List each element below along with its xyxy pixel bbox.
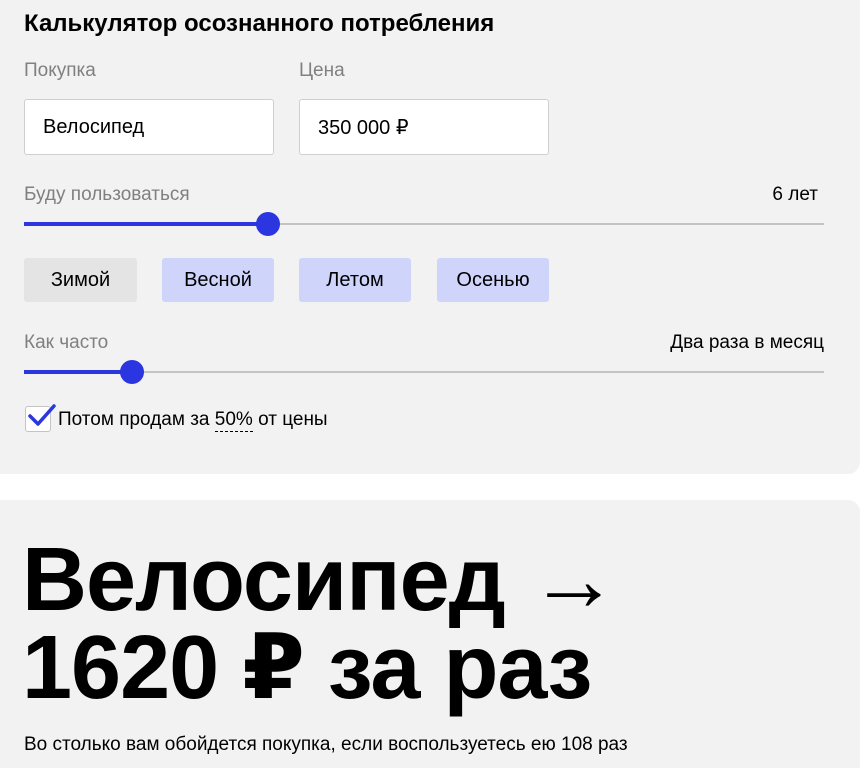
- duration-slider[interactable]: [24, 212, 824, 236]
- result-headline-line2: 1620 ₽ за раз: [22, 618, 592, 718]
- resale-text-after: от цены: [258, 409, 328, 430]
- frequency-label: Как часто: [24, 332, 109, 353]
- result-headline-line1: Велосипед →: [22, 530, 619, 630]
- season-spring-button[interactable]: Весной: [162, 258, 274, 302]
- duration-label: Буду пользоваться: [24, 184, 190, 205]
- calculator-title: Калькулятор осознанного потребления: [24, 10, 495, 37]
- price-label: Цена: [299, 60, 345, 81]
- checkmark-icon: [28, 404, 56, 426]
- duration-value: 6 лет: [772, 184, 818, 205]
- season-summer-button[interactable]: Летом: [299, 258, 411, 302]
- calculator-card: Калькулятор осознанного потребления Поку…: [0, 0, 860, 474]
- resale-checkbox[interactable]: [25, 404, 56, 432]
- frequency-slider-thumb[interactable]: [120, 360, 144, 384]
- frequency-slider-track[interactable]: [24, 371, 824, 373]
- frequency-slider-fill: [24, 370, 132, 374]
- frequency-value: Два раза в месяц: [670, 332, 824, 353]
- result-note: Во столько вам обойдется покупка, если в…: [24, 734, 628, 755]
- season-autumn-button[interactable]: Осенью: [437, 258, 549, 302]
- resale-percent-selector[interactable]: 50%: [214, 409, 253, 432]
- purchase-input[interactable]: [24, 99, 274, 155]
- resale-text-before: Потом продам за: [58, 409, 210, 430]
- duration-slider-thumb[interactable]: [256, 212, 280, 236]
- duration-slider-fill: [24, 222, 268, 226]
- price-input[interactable]: [299, 99, 549, 155]
- purchase-label: Покупка: [24, 60, 96, 81]
- resale-text: Потом продам за 50% от цены: [58, 408, 328, 432]
- season-winter-button[interactable]: Зимой: [24, 258, 137, 302]
- frequency-slider[interactable]: [24, 360, 824, 384]
